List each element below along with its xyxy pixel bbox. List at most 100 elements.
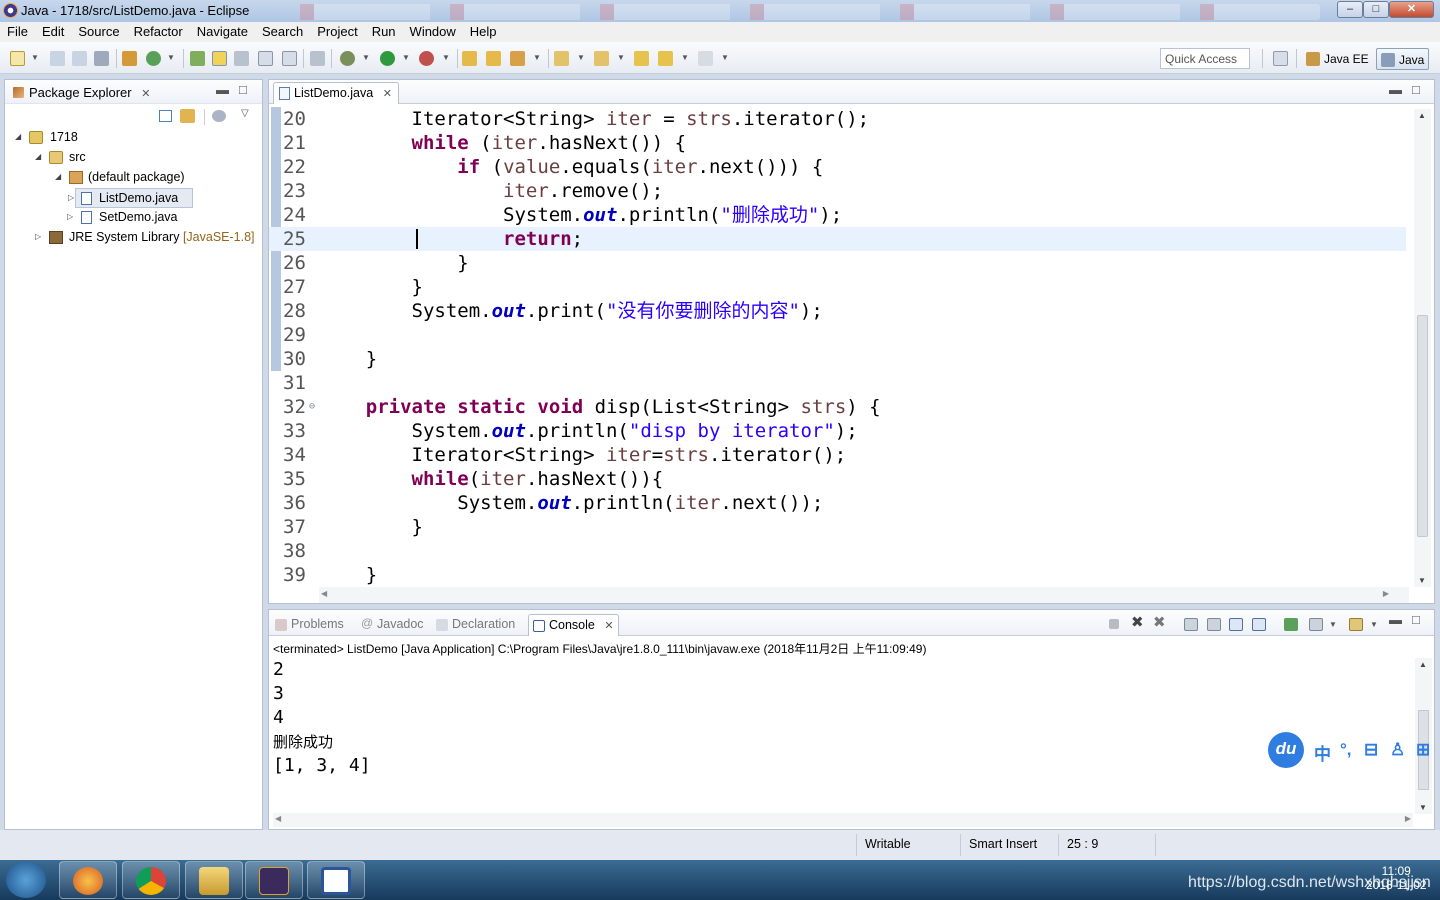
code-line[interactable]: 34 Iterator<String> iter=strs.iterator()… [269, 443, 1406, 467]
view-menu-icon[interactable]: ▽ [241, 108, 249, 119]
new-icon[interactable] [10, 51, 25, 66]
menu-window[interactable]: Window [403, 22, 463, 39]
next-annotation-icon[interactable] [554, 51, 569, 66]
editor-vertical-scrollbar[interactable]: ▲ ▼ [1414, 109, 1431, 587]
collapse-all-icon[interactable] [159, 110, 172, 122]
previous-annotation-dropdown-icon[interactable]: ▼ [617, 53, 625, 62]
code-line[interactable]: 21 while (iter.hasNext()) { [269, 131, 1406, 155]
tree-item-jre-library[interactable]: ▷ JRE System Library [JavaSE-1.8] [13, 228, 258, 248]
menu-file[interactable]: File [0, 22, 35, 39]
start-button[interactable] [6, 862, 46, 898]
menu-navigate[interactable]: Navigate [190, 22, 255, 39]
scroll-thumb[interactable] [1417, 315, 1428, 537]
code-line[interactable]: 22 if (value.equals(iter.next())) { [269, 155, 1406, 179]
menu-project[interactable]: Project [310, 22, 364, 39]
code-line[interactable]: 31 [269, 371, 1406, 395]
code-editor[interactable]: 20 Iterator<String> iter = strs.iterator… [269, 107, 1406, 587]
menu-search[interactable]: Search [255, 22, 310, 39]
minimize-view-icon[interactable]: ▬ [1389, 612, 1402, 627]
code-line[interactable]: 26 } [269, 251, 1406, 275]
tree-item-setdemo[interactable]: ▷ SetDemo.java [67, 208, 215, 228]
close-button[interactable]: ✕ [1389, 1, 1434, 18]
collapsed-icon[interactable]: ▷ [35, 232, 41, 241]
tree-item-default-package[interactable]: ◢ (default package) [13, 168, 253, 188]
remove-all-terminated-icon[interactable]: ✖ [1153, 613, 1167, 631]
taskbar-chrome[interactable] [122, 861, 180, 899]
code-line[interactable]: 38 [269, 539, 1406, 563]
remove-launch-icon[interactable]: ✖ [1131, 613, 1145, 631]
taskbar-eclipse[interactable] [245, 861, 303, 899]
collapsed-icon[interactable]: ▷ [68, 193, 74, 202]
tab-package-explorer[interactable]: Package Explorer ✕ [9, 82, 154, 103]
scroll-left-icon[interactable]: ◀ [321, 589, 327, 598]
new-dropdown-icon[interactable]: ▼ [31, 53, 39, 62]
run-dropdown-icon[interactable]: ▼ [402, 53, 410, 62]
display-console-dropdown-icon[interactable]: ▼ [1329, 620, 1337, 629]
open-type-icon[interactable] [190, 51, 205, 66]
taskbar-firefox[interactable] [59, 861, 117, 899]
quick-access-input[interactable]: Quick Access [1160, 48, 1250, 69]
run-icon[interactable] [380, 51, 395, 66]
expanded-icon[interactable]: ◢ [55, 172, 61, 181]
focus-on-task-icon[interactable] [212, 110, 226, 122]
external-tools-dropdown-icon[interactable]: ▼ [442, 53, 450, 62]
tree-item-project[interactable]: ◢ 1718 [13, 128, 253, 148]
open-console-dropdown-icon[interactable]: ▼ [1370, 620, 1378, 629]
show-on-output-icon[interactable] [1229, 618, 1243, 631]
scroll-left-icon[interactable]: ◀ [275, 814, 281, 823]
back-icon[interactable] [658, 51, 673, 66]
expanded-icon[interactable]: ◢ [15, 132, 21, 141]
show-whitespace-icon[interactable] [282, 51, 297, 66]
code-line[interactable]: 20 Iterator<String> iter = strs.iterator… [269, 107, 1406, 131]
new-java-project-icon[interactable] [122, 51, 137, 66]
tree-item-src[interactable]: ◢ src [13, 148, 253, 168]
pin-console-icon[interactable] [1284, 618, 1298, 631]
perspective-java-ee[interactable]: Java EE [1302, 48, 1373, 70]
open-task-icon[interactable] [486, 51, 501, 66]
close-tab-icon[interactable]: ✕ [141, 88, 150, 100]
code-line[interactable]: 36 System.out.println(iter.next()); [269, 491, 1406, 515]
annotation-icon[interactable] [234, 51, 249, 66]
code-line[interactable]: 25 return; [269, 227, 1406, 251]
tab-javadoc[interactable]: @ Javadoc [357, 614, 428, 636]
display-selected-console-icon[interactable] [1309, 618, 1323, 631]
terminate-icon[interactable] [1109, 619, 1119, 629]
menu-help[interactable]: Help [463, 22, 504, 39]
open-folder-icon[interactable] [462, 51, 477, 66]
code-line[interactable]: 39 } [269, 563, 1406, 587]
maximize-view-icon[interactable]: □ [1412, 612, 1420, 627]
console-horizontal-scrollbar[interactable]: ◀ ▶ [273, 813, 1413, 827]
fold-toggle-icon[interactable]: ⊖ [309, 395, 315, 419]
code-line[interactable]: 32 ⊖ private static void disp(List<String… [269, 395, 1406, 419]
code-line[interactable]: 28 System.out.print("没有你要删除的内容"); [269, 299, 1406, 323]
code-line[interactable]: 27 } [269, 275, 1406, 299]
scroll-right-icon[interactable]: ▶ [1383, 589, 1389, 598]
show-on-error-icon[interactable] [1252, 618, 1266, 631]
ime-punctuation-icon[interactable]: °, [1340, 740, 1352, 760]
save-icon[interactable] [50, 51, 65, 66]
print-icon[interactable] [94, 51, 109, 66]
perspective-java[interactable]: Java [1376, 48, 1430, 70]
close-tab-icon[interactable]: ✕ [604, 620, 613, 632]
search-icon[interactable] [510, 51, 525, 66]
scroll-right-icon[interactable]: ▶ [1405, 814, 1411, 823]
code-line[interactable]: 29 [269, 323, 1406, 347]
tree-item-listdemo[interactable]: ▷ ListDemo.java [68, 188, 193, 208]
open-console-icon[interactable] [1349, 618, 1363, 631]
scroll-lock-icon[interactable] [1207, 618, 1221, 631]
close-tab-icon[interactable]: ✕ [383, 88, 392, 100]
back-dropdown-icon[interactable]: ▼ [681, 53, 689, 62]
collapsed-icon[interactable]: ▷ [67, 212, 73, 221]
open-perspective-icon[interactable] [1273, 51, 1288, 66]
maximize-button[interactable]: □ [1363, 1, 1389, 18]
minimize-button[interactable]: – [1337, 1, 1363, 18]
previous-annotation-icon[interactable] [594, 51, 609, 66]
minimize-view-icon[interactable]: ▬ [216, 82, 229, 97]
mark-occurrences-icon[interactable] [212, 51, 227, 66]
clear-console-icon[interactable] [1184, 618, 1198, 631]
taskbar-explorer[interactable] [185, 861, 243, 899]
tab-console[interactable]: Console ✕ [528, 614, 619, 636]
scroll-down-icon[interactable]: ▼ [1418, 576, 1426, 585]
editor-horizontal-scrollbar[interactable]: ◀ ▶ [319, 587, 1409, 603]
tab-problems[interactable]: Problems [271, 614, 348, 636]
